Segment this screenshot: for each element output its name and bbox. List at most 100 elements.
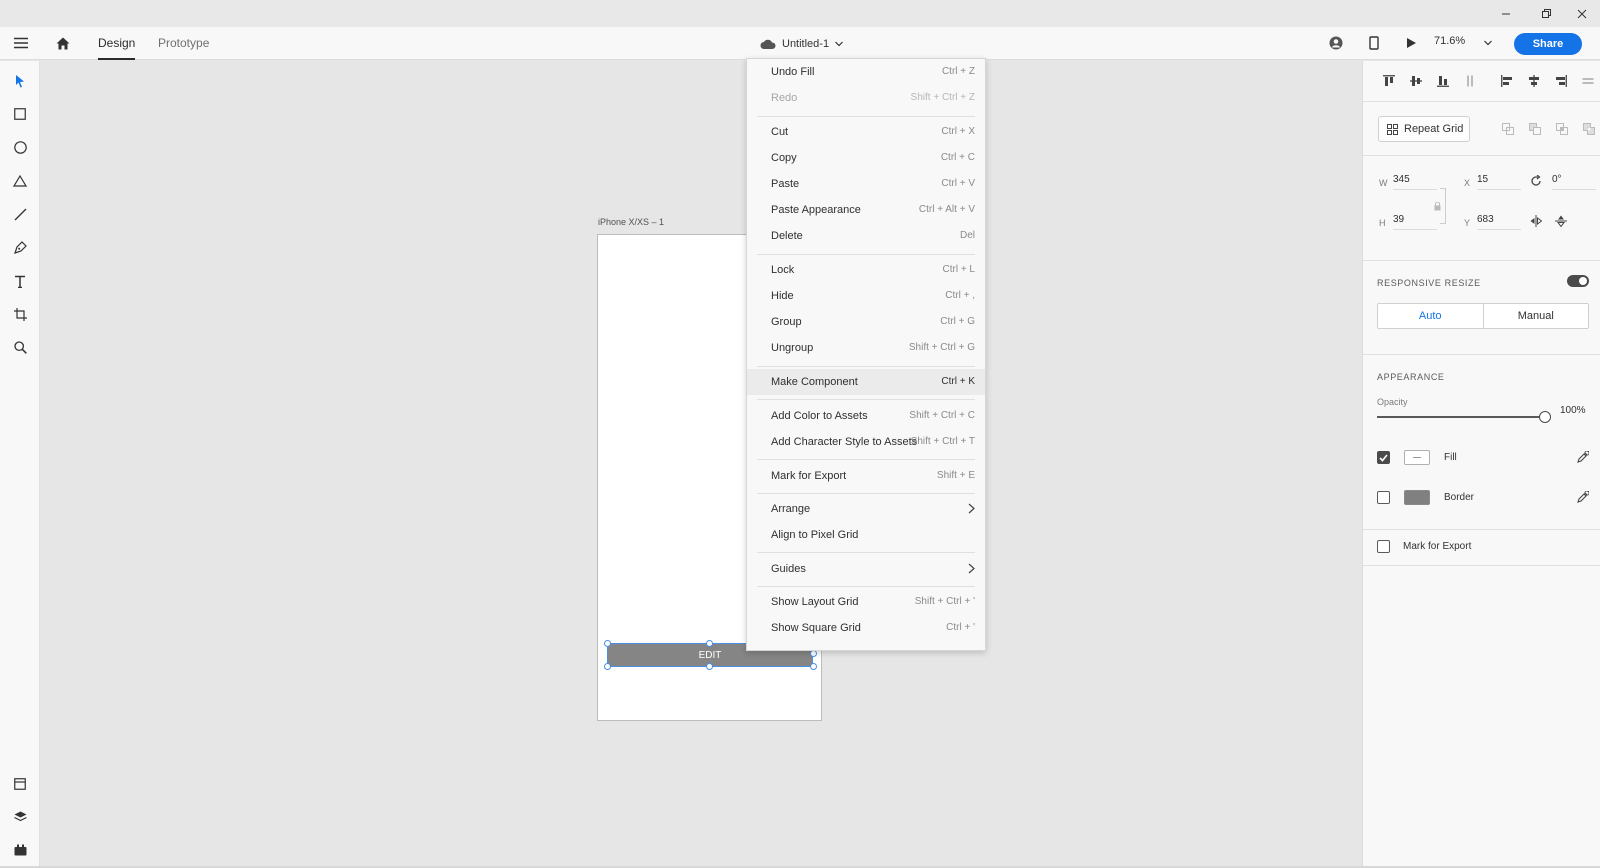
menu-item-align-to-pixel-grid[interactable]: Align to Pixel Grid (747, 522, 985, 548)
menu-item-delete[interactable]: Delete Del (747, 223, 985, 249)
eyedropper-icon[interactable] (1573, 487, 1593, 507)
boolean-subtract-icon[interactable] (1525, 119, 1545, 139)
hamburger-menu-icon[interactable] (10, 33, 32, 53)
artboard-title[interactable]: iPhone X/XS – 1 (598, 217, 664, 227)
align-bottom-icon[interactable] (1433, 71, 1453, 91)
menu-item-arrange[interactable]: Arrange (747, 496, 985, 522)
resize-handle-bottom-right[interactable] (810, 663, 817, 670)
share-button[interactable]: Share (1514, 33, 1582, 55)
resize-handle-right[interactable] (810, 650, 817, 657)
home-icon[interactable] (52, 33, 74, 53)
boolean-add-icon[interactable] (1498, 119, 1518, 139)
align-middle-icon[interactable] (1406, 71, 1426, 91)
menu-item-make-component[interactable]: Make Component Ctrl + K (747, 369, 985, 395)
panel-divider (1363, 101, 1600, 102)
fill-color-swatch[interactable] (1404, 450, 1430, 465)
resize-handle-bottom-left[interactable] (604, 663, 611, 670)
text-icon[interactable] (8, 269, 32, 293)
auto-resize-button[interactable]: Auto (1378, 304, 1484, 328)
rotation-field[interactable]: 0° (1552, 172, 1596, 190)
width-field[interactable]: 345 (1393, 172, 1437, 190)
menu-item-show-layout-grid[interactable]: Show Layout Grid Shift + Ctrl + ' (747, 589, 985, 615)
eyedropper-icon[interactable] (1573, 447, 1593, 467)
opacity-slider-track[interactable] (1377, 416, 1545, 418)
zoom-dropdown-icon[interactable] (1480, 35, 1496, 51)
opacity-value[interactable]: 100% (1560, 405, 1586, 416)
close-icon[interactable] (1564, 0, 1600, 27)
title-bar (0, 0, 1600, 27)
pen-icon[interactable] (8, 235, 32, 259)
fill-label: Fill (1444, 452, 1457, 463)
height-field[interactable]: 39 (1393, 212, 1437, 230)
minimize-icon[interactable] (1488, 0, 1524, 27)
lock-aspect-icon[interactable] (1434, 202, 1441, 211)
border-color-swatch[interactable] (1404, 490, 1430, 505)
boolean-exclude-icon[interactable] (1579, 119, 1599, 139)
ellipse-icon[interactable] (8, 135, 32, 159)
menu-item-cut[interactable]: Cut Ctrl + X (747, 119, 985, 145)
resize-handle-top[interactable] (706, 640, 713, 647)
polygon-icon[interactable] (8, 169, 32, 193)
menu-item-label: Undo Fill (771, 66, 815, 78)
document-title-button[interactable]: Untitled-1 (760, 27, 844, 60)
panel-divider (1363, 565, 1600, 566)
align-top-icon[interactable] (1379, 71, 1399, 91)
repeat-grid-button[interactable]: Repeat Grid (1378, 116, 1470, 142)
distribute-vertical-icon[interactable] (1460, 71, 1480, 91)
cloud-icon (760, 39, 776, 49)
resize-handle-bottom[interactable] (706, 663, 713, 670)
x-field[interactable]: 15 (1477, 172, 1521, 190)
chevron-right-icon (968, 503, 975, 514)
plugins-icon[interactable] (8, 838, 32, 862)
menu-item-ungroup[interactable]: Ungroup Shift + Ctrl + G (747, 335, 985, 361)
responsive-resize-toggle[interactable] (1567, 275, 1589, 287)
tab-design[interactable]: Design (98, 27, 136, 60)
menu-item-shortcut: Ctrl + G (940, 316, 975, 327)
menu-item-paste-appearance[interactable]: Paste Appearance Ctrl + Alt + V (747, 197, 985, 223)
tab-prototype[interactable]: Prototype (158, 27, 209, 60)
layers-icon[interactable] (8, 805, 32, 829)
align-right-icon[interactable] (1551, 71, 1571, 91)
menu-item-copy[interactable]: Copy Ctrl + C (747, 145, 985, 171)
rectangle-icon[interactable] (8, 102, 32, 126)
manual-resize-button[interactable]: Manual (1484, 304, 1589, 328)
zoom-level[interactable]: 71.6% (1434, 27, 1465, 60)
border-checkbox[interactable] (1377, 491, 1390, 504)
assets-icon[interactable] (8, 772, 32, 796)
play-icon[interactable] (1400, 33, 1422, 53)
align-left-icon[interactable] (1497, 71, 1517, 91)
menu-item-shortcut: Del (959, 230, 975, 241)
coediting-user-icon[interactable] (1325, 33, 1347, 53)
menu-item-guides[interactable]: Guides (747, 556, 985, 582)
menu-item-add-color-to-assets[interactable]: Add Color to Assets Shift + Ctrl + C (747, 403, 985, 429)
line-icon[interactable] (8, 202, 32, 226)
menu-item-shortcut: Shift + E (936, 470, 975, 481)
zoom-icon[interactable] (8, 335, 32, 359)
border-label: Border (1444, 492, 1475, 503)
document-title: Untitled-1 (782, 37, 830, 50)
flip-horizontal-icon[interactable] (1526, 211, 1546, 231)
select-icon[interactable] (8, 69, 32, 93)
y-field[interactable]: 683 (1477, 212, 1521, 230)
boolean-intersect-icon[interactable] (1552, 119, 1572, 139)
menu-item-paste[interactable]: Paste Ctrl + V (747, 171, 985, 197)
resize-handle-top-left[interactable] (604, 640, 611, 647)
mark-for-export-checkbox[interactable] (1377, 540, 1390, 553)
menu-item-add-character-style-to-assets[interactable]: Add Character Style to Assets Shift + Ctr… (747, 429, 985, 455)
artboard-icon[interactable] (8, 302, 32, 326)
align-center-icon[interactable] (1524, 71, 1544, 91)
menu-item-lock[interactable]: Lock Ctrl + L (747, 257, 985, 283)
opacity-slider-thumb[interactable] (1539, 411, 1551, 423)
menu-item-undo-fill[interactable]: Undo Fill Ctrl + Z (747, 59, 985, 85)
menu-item-mark-for-export[interactable]: Mark for Export Shift + E (747, 463, 985, 489)
menu-item-hide[interactable]: Hide Ctrl + , (747, 283, 985, 309)
menu-separator (757, 116, 975, 117)
menu-item-group[interactable]: Group Ctrl + G (747, 309, 985, 335)
fill-checkbox[interactable] (1377, 451, 1390, 464)
device-preview-icon[interactable] (1363, 33, 1385, 53)
menu-item-shortcut: Shift + Ctrl + Z (910, 92, 975, 103)
restore-icon[interactable] (1528, 0, 1564, 27)
distribute-horizontal-icon[interactable] (1578, 71, 1598, 91)
menu-item-show-square-grid[interactable]: Show Square Grid Ctrl + ' (747, 615, 985, 641)
flip-vertical-icon[interactable] (1551, 211, 1571, 231)
